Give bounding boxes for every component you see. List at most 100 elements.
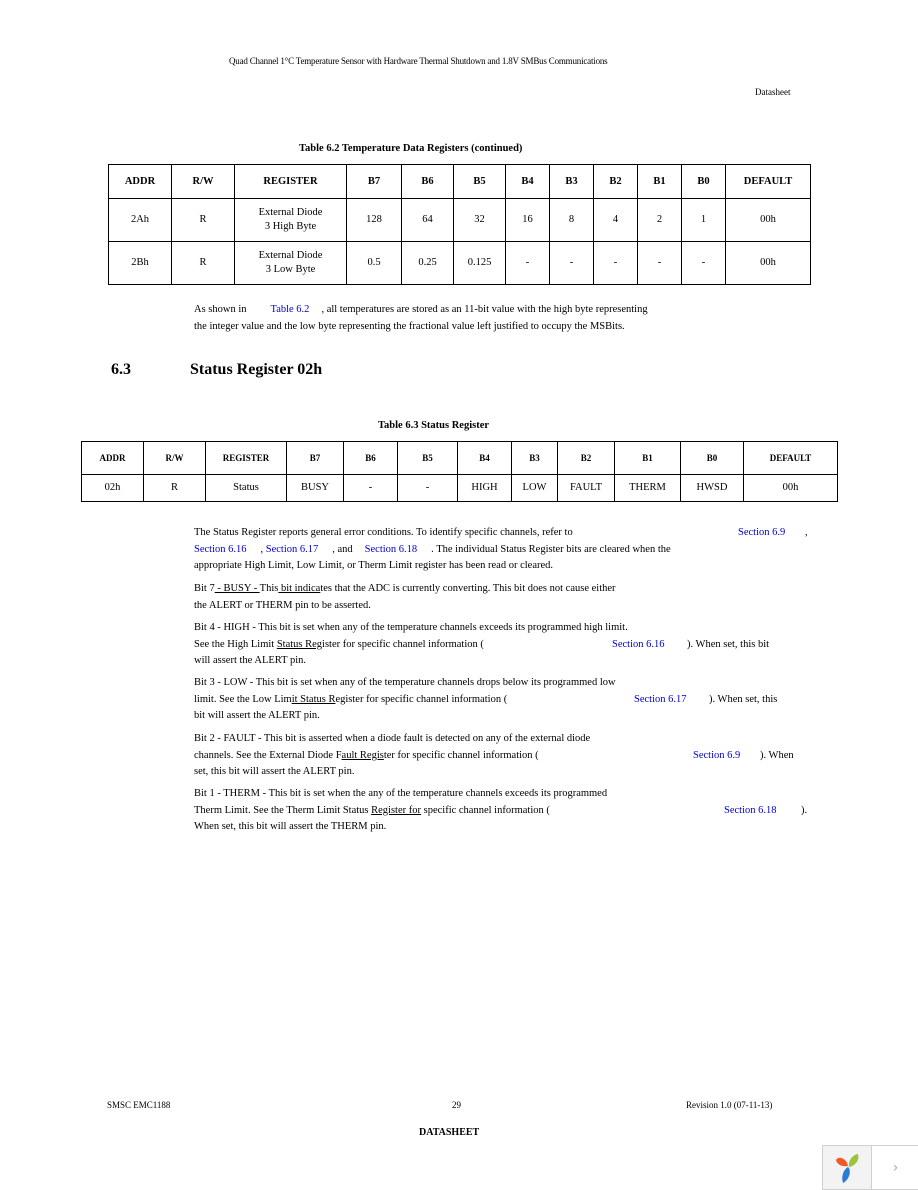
table-row: 2Bh R External Diode 3 Low Byte 0.5 0.25 … (108, 241, 811, 285)
table-row: 02h R Status BUSY - - HIGH LOW FAULT THE… (81, 474, 838, 502)
cell-rw: R (171, 241, 235, 285)
column-header: DEFAULT (725, 164, 811, 199)
text: Bit 7 (194, 583, 215, 594)
cell-bit: 0.25 (401, 241, 454, 285)
cell-bit: - (505, 241, 550, 285)
table-6-3: ADDR R/W REGISTER B7 B6 B5 B4 B3 B2 B1 B… (81, 441, 838, 502)
cell-bit: HIGH (457, 474, 512, 502)
paragraph-bit-1-therm: Bit 1 - THERM - This bit is set when the… (194, 786, 814, 836)
link-section-6-9[interactable]: Section 6.9 (738, 525, 785, 542)
cell-register: External Diode 3 High Byte (234, 198, 347, 242)
table-header-row: ADDR R/W REGISTER B7 B6 B5 B4 B3 B2 B1 B… (81, 441, 838, 475)
footer-revision: Revision 1.0 (07-11-13) (686, 1100, 773, 1110)
paragraph-line: Bit 3 - LOW - This bit is set when any o… (194, 677, 616, 688)
paragraph-line: Section 6.16, Section 6.17 , and Section 6… (194, 542, 814, 559)
table-6-2: ADDR R/W REGISTER B7 B6 B5 B4 B3 B2 B1 B… (108, 164, 811, 285)
paragraph-line: appropriate High Limit, Low Limit, or Th… (194, 560, 554, 571)
cell-bit: 0.5 (346, 241, 402, 285)
cell-bit: 1 (681, 198, 726, 242)
column-header: B6 (343, 441, 398, 475)
section-title: Status Register 02h (190, 361, 323, 378)
table-6-2-caption: Table 6.2 Temperature Data Registers (co… (299, 143, 523, 154)
register-name-line1: External Diode (258, 250, 323, 261)
document-header-label: Datasheet (755, 87, 791, 97)
text: ). (801, 804, 808, 816)
text: See the High Limit (194, 638, 277, 650)
paragraph-bit-2-fault: Bit 2 - FAULT - This bit is asserted whe… (194, 731, 814, 781)
cell-register: External Diode 3 Low Byte (234, 241, 347, 285)
column-header: R/W (171, 164, 235, 199)
paragraph-line: As shown in Table 6.2 , all temperatures a… (194, 302, 648, 319)
cell-bit: 4 (593, 198, 638, 242)
column-header: B1 (637, 164, 682, 199)
section-number: 6.3 (111, 361, 131, 378)
underlined-text: Register for (371, 804, 421, 816)
column-header: B7 (346, 164, 402, 199)
text: egister for specific channel information… (335, 693, 508, 705)
cell-addr: 02h (81, 474, 144, 502)
link-section-6-16[interactable]: Section 6.16 (612, 637, 665, 654)
column-header: B1 (614, 441, 681, 475)
paragraph-line: Bit 1 - THERM - This bit is set when the… (194, 788, 608, 799)
register-name-line2: 3 High Byte (264, 221, 317, 232)
text: specific channel information ( (421, 804, 550, 816)
cell-bit: - (681, 241, 726, 285)
cell-rw: R (143, 474, 206, 502)
chevron-right-icon[interactable]: › (872, 1146, 918, 1189)
text: channels. See the External Diode F (194, 749, 342, 761)
cell-default: 00h (743, 474, 838, 502)
link-table-6-2[interactable]: Table 6.2 (271, 304, 310, 315)
table-row: 2Ah R External Diode 3 High Byte 128 64 3… (108, 198, 811, 242)
cell-bit: - (549, 241, 594, 285)
column-header: B7 (286, 441, 344, 475)
link-section-6-9[interactable]: Section 6.9 (693, 748, 740, 765)
paragraph-line: will assert the ALERT pin. (194, 655, 307, 666)
cell-bit: LOW (511, 474, 558, 502)
cell-bit: 2 (637, 198, 682, 242)
cell-bit: - (343, 474, 398, 502)
text: This (259, 583, 279, 594)
link-section-6-16[interactable]: Section 6.16 (194, 544, 247, 555)
column-header: ADDR (108, 164, 172, 199)
paragraph-line: the ALERT or THERM pin to be asserted. (194, 599, 371, 611)
text: The Status Register reports general erro… (194, 527, 573, 538)
link-section-6-18[interactable]: Section 6.18 (365, 544, 418, 555)
text: ). When set, this bit (687, 638, 770, 650)
link-section-6-18[interactable]: Section 6.18 (724, 803, 777, 820)
text: . The individual Status Register bits ar… (431, 543, 671, 555)
app-logo-icon[interactable] (823, 1146, 872, 1189)
text: As shown in (194, 304, 247, 315)
text: ). When (760, 749, 794, 761)
cell-rw: R (171, 198, 235, 242)
text: , and (332, 543, 353, 555)
footer-page-number: 29 (452, 1100, 461, 1110)
underlined-text: - BUSY - (214, 583, 260, 594)
text: , (260, 543, 264, 555)
column-header: B3 (549, 164, 594, 199)
column-header: REGISTER (205, 441, 287, 475)
text: ister for specific channel information ( (322, 638, 484, 650)
cell-default: 00h (725, 241, 811, 285)
cell-addr: 2Bh (108, 241, 172, 285)
text: Therm Limit. See the Therm Limit Status (194, 804, 372, 816)
paragraph-line: When set, this bit will assert the THERM… (194, 821, 387, 832)
cell-bit: - (593, 241, 638, 285)
cell-addr: 2Ah (108, 198, 172, 242)
link-section-6-17[interactable]: Section 6.17 (266, 544, 319, 555)
cell-bit: - (397, 474, 458, 502)
column-header: REGISTER (234, 164, 347, 199)
underlined-text: Status Reg (276, 638, 323, 650)
cell-bit: 128 (346, 198, 402, 242)
cell-bit: HWSD (680, 474, 744, 502)
footer-datasheet-label: DATASHEET (419, 1127, 480, 1138)
column-header: ADDR (81, 441, 144, 475)
text: ter for specific channel information ( (383, 749, 539, 761)
paragraph-line: The Status Register reports general erro… (194, 525, 814, 542)
link-section-6-17[interactable]: Section 6.17 (634, 692, 687, 709)
cell-bit: 16 (505, 198, 550, 242)
paragraph-temperature-storage: As shown in Table 6.2 , all temperatures a… (194, 302, 648, 335)
document-header-title: Quad Channel 1°C Temperature Sensor with… (229, 56, 608, 66)
column-header: B2 (593, 164, 638, 199)
column-header: B0 (681, 164, 726, 199)
column-header: B5 (397, 441, 458, 475)
